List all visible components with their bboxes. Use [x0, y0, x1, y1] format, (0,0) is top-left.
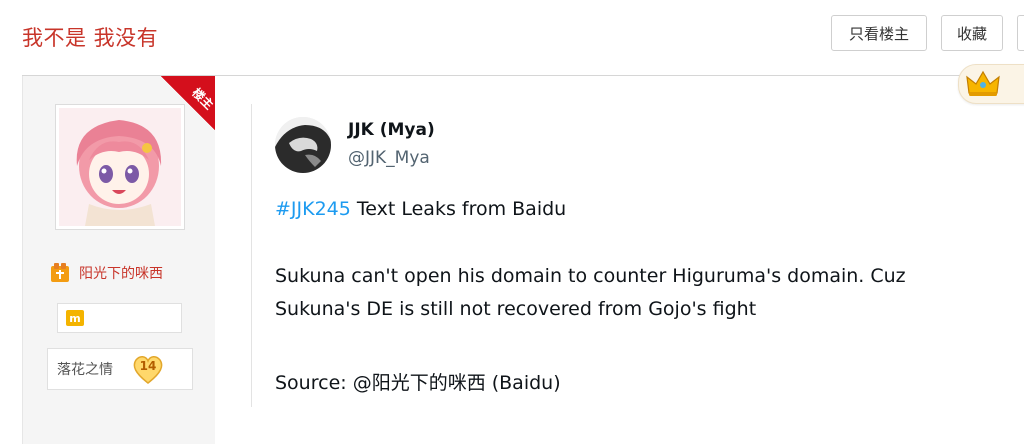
tweet-body-line-2: Sukuna's DE is still not recovered from … [275, 298, 757, 320]
level-badge[interactable]: 14 [131, 353, 165, 385]
tweet-headline: #JJK245 Text Leaks from Baidu [275, 198, 566, 220]
crown-tab[interactable] [958, 64, 1024, 104]
tweet-headline-text: Text Leaks from Baidu [350, 198, 567, 220]
level-box: 落花之情 14 [47, 348, 193, 390]
tweet-source: Source: @阳光下的咪西 (Baidu) [275, 372, 561, 394]
tweet-hashtag[interactable]: #JJK245 [275, 198, 351, 220]
tweet-body-line-1: Sukuna can't open his domain to counter … [275, 265, 906, 287]
author-name-row: 阳光下的咪西 [49, 262, 163, 284]
crown-icon [966, 70, 1000, 96]
author-avatar[interactable] [55, 104, 185, 230]
avatar-image [59, 108, 181, 226]
thread-page: 我不是 我没有 只看楼主 收藏 楼主 阳光下的咪西 m 落花之情 14 JJK … [0, 0, 1024, 444]
tweet-avatar[interactable] [275, 117, 331, 173]
tweet-avatar-image [275, 117, 331, 173]
only-op-button[interactable]: 只看楼主 [831, 15, 927, 51]
more-button[interactable] [1017, 15, 1024, 51]
member-badge-box: m [57, 303, 182, 333]
author-panel: 楼主 阳光下的咪西 m 落花之情 14 [22, 76, 215, 444]
tweet-handle[interactable]: @JJK_Mya [348, 148, 430, 168]
level-name: 落花之情 [57, 362, 113, 378]
tweet-display-name[interactable]: JJK (Mya) [348, 120, 435, 140]
member-badge-icon[interactable]: m [66, 310, 84, 326]
level-number: 14 [139, 359, 157, 373]
quote-line [251, 104, 252, 407]
favorite-button[interactable]: 收藏 [941, 15, 1003, 51]
thread-title: 我不是 我没有 [22, 26, 159, 50]
author-username[interactable]: 阳光下的咪西 [79, 263, 163, 283]
user-level-icon [51, 263, 69, 282]
